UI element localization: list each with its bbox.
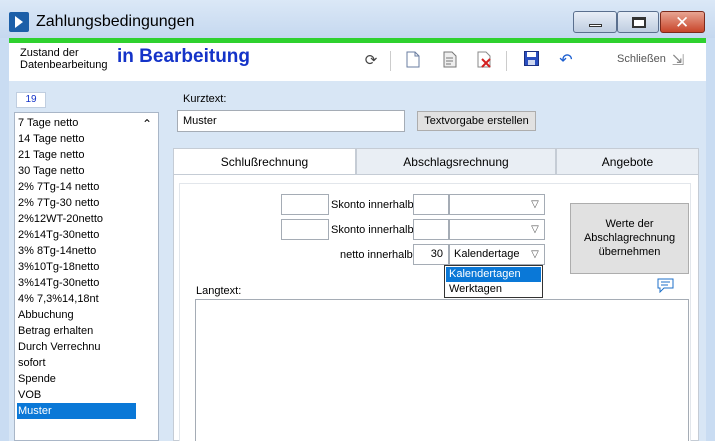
sidebar: 19 ⌃ 7 Tage netto 14 Tage netto 21 Tage … <box>9 81 166 441</box>
netto-days-input[interactable]: 30 <box>413 244 449 265</box>
list-item[interactable]: VOB <box>17 387 136 403</box>
kurztext-input[interactable] <box>177 110 405 132</box>
refresh-icon[interactable]: ⟳ <box>362 51 380 69</box>
close-window-button[interactable]: ✕ <box>660 11 705 33</box>
skonto2-label: Skonto innerhalb <box>331 224 414 236</box>
list-item[interactable]: Betrag erhalten <box>17 323 136 339</box>
skonto1-unit-select[interactable]: ▽ <box>449 194 545 215</box>
toolbar-separator <box>506 51 507 71</box>
minimize-button[interactable] <box>573 11 617 33</box>
tab-angebote[interactable]: Angebote <box>556 148 699 174</box>
state-label: Zustand der Datenbearbeitung <box>20 47 108 71</box>
skonto1-percent-input[interactable] <box>281 194 329 215</box>
new-document-icon[interactable] <box>404 51 422 69</box>
skonto1-label: Skonto innerhalb <box>331 199 414 211</box>
tab-content: Skonto innerhalb ▽ Skonto innerhalb ▽ ne… <box>179 183 691 441</box>
netto-unit-value: Kalendertage <box>454 248 520 260</box>
werte-uebernehmen-button[interactable]: Werte der Abschlagrechnung übernehmen <box>570 203 689 274</box>
comment-icon[interactable] <box>657 278 675 294</box>
close-label[interactable]: Schließen <box>617 53 666 65</box>
toolbar: Zustand der Datenbearbeitung in Bearbeit… <box>9 43 706 81</box>
list-item[interactable]: 21 Tage netto <box>17 147 136 163</box>
netto-unit-select[interactable]: Kalendertage ▽ <box>449 244 545 265</box>
main-panel: Kurztext: Textvorgabe erstellen Schlußre… <box>166 81 706 441</box>
list-item[interactable]: 2% 7Tg-14 netto <box>17 179 136 195</box>
delete-document-icon[interactable] <box>476 51 494 69</box>
list-item[interactable]: 3%10Tg-18netto <box>17 259 136 275</box>
window-title: Zahlungsbedingungen <box>36 13 195 30</box>
toolbar-separator <box>390 51 391 71</box>
minimize-icon <box>589 24 602 27</box>
tab-panel: Skonto innerhalb ▽ Skonto innerhalb ▽ ne… <box>173 174 699 441</box>
list-item[interactable]: Muster <box>17 403 136 419</box>
chevron-down-icon[interactable]: ▽ <box>526 196 543 213</box>
langtext-label: Langtext: <box>196 285 242 297</box>
list-item[interactable]: sofort <box>17 355 136 371</box>
skonto2-unit-select[interactable]: ▽ <box>449 219 545 240</box>
list-item[interactable]: 2%12WT-20netto <box>17 211 136 227</box>
langtext-textarea[interactable] <box>195 299 689 441</box>
undo-icon[interactable]: ↶ <box>557 51 575 69</box>
tab-schlussrechnung[interactable]: Schlußrechnung <box>173 148 356 174</box>
close-icon: ✕ <box>675 13 690 33</box>
exit-icon[interactable]: ⇲ <box>669 51 687 69</box>
list-item[interactable]: 30 Tage netto <box>17 163 136 179</box>
list-item[interactable]: 4% 7,3%14,18nt <box>17 291 136 307</box>
tab-abschlagsrechnung[interactable]: Abschlagsrechnung <box>356 148 556 174</box>
dropdown-option-werktagen[interactable]: Werktagen <box>446 282 541 297</box>
app-icon <box>9 12 29 32</box>
maximize-button[interactable] <box>617 11 659 33</box>
conditions-list[interactable]: ⌃ 7 Tage netto 14 Tage netto 21 Tage net… <box>14 112 159 441</box>
list-item[interactable]: 3% 8Tg-14netto <box>17 243 136 259</box>
kurztext-label: Kurztext: <box>183 93 227 105</box>
edit-document-icon[interactable] <box>441 51 459 69</box>
list-item[interactable]: 14 Tage netto <box>17 131 136 147</box>
list-item[interactable]: 2%14Tg-30netto <box>17 227 136 243</box>
list-item[interactable]: 3%14Tg-30netto <box>17 275 136 291</box>
skonto1-days-input[interactable] <box>413 194 449 215</box>
list-item[interactable]: Durch Verrechnu <box>17 339 136 355</box>
scroll-up-icon[interactable]: ⌃ <box>139 117 155 131</box>
state-value: in Bearbeitung <box>117 46 251 67</box>
record-count-badge: 19 <box>16 92 46 108</box>
title-bar: Zahlungsbedingungen ✕ <box>0 0 715 38</box>
textvorgabe-button[interactable]: Textvorgabe erstellen <box>417 111 536 131</box>
list-item[interactable]: Abbuchung <box>17 307 136 323</box>
unit-dropdown[interactable]: Kalendertagen Werktagen <box>444 265 543 298</box>
maximize-icon <box>632 17 646 28</box>
list-item[interactable]: 7 Tage netto <box>17 115 136 131</box>
chevron-down-icon[interactable]: ▽ <box>526 221 543 238</box>
save-icon[interactable] <box>522 51 540 69</box>
list-item[interactable]: 2% 7Tg-30 netto <box>17 195 136 211</box>
chevron-down-icon[interactable]: ▽ <box>526 246 543 263</box>
skonto2-days-input[interactable] <box>413 219 449 240</box>
netto-label: netto innerhalb <box>340 249 413 261</box>
skonto2-percent-input[interactable] <box>281 219 329 240</box>
window-frame: Zustand der Datenbearbeitung in Bearbeit… <box>9 38 706 441</box>
list-item[interactable]: Spende <box>17 371 136 387</box>
dropdown-option-kalendertagen[interactable]: Kalendertagen <box>446 267 541 282</box>
